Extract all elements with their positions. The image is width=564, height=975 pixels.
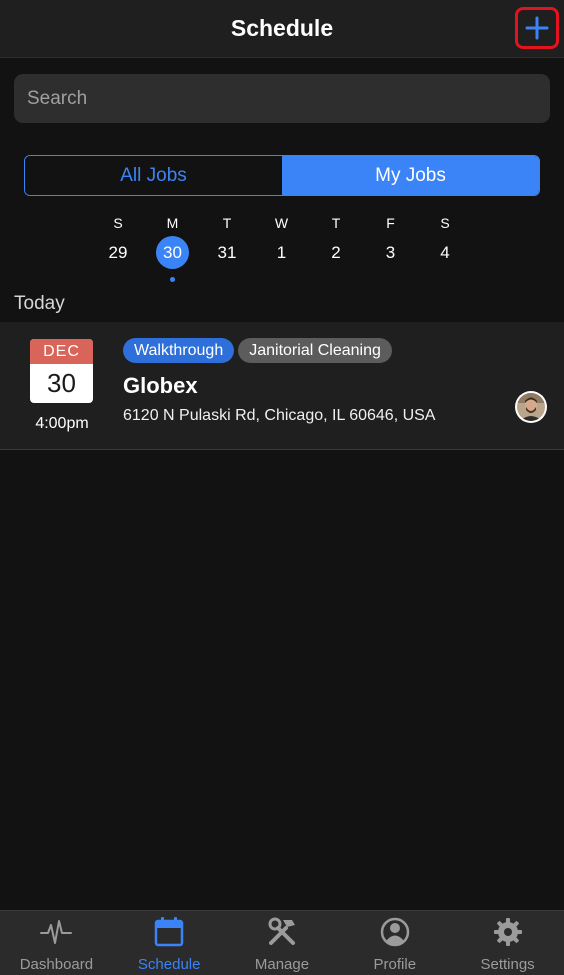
event-dot bbox=[170, 277, 175, 282]
day-mon-30[interactable]: M 30 bbox=[146, 214, 200, 282]
day-number: 2 bbox=[331, 243, 341, 262]
day-wed-1[interactable]: W 1 bbox=[255, 214, 309, 269]
job-day: 30 bbox=[47, 368, 76, 398]
assignee-avatar[interactable] bbox=[515, 391, 547, 423]
search-bar bbox=[14, 74, 550, 123]
tab-manage[interactable]: Manage bbox=[226, 911, 339, 975]
day-sun-29[interactable]: S 29 bbox=[91, 214, 145, 269]
day-number-selected: 30 bbox=[156, 236, 189, 269]
day-letter: S bbox=[440, 215, 450, 231]
day-letter: T bbox=[331, 215, 341, 231]
calendar-icon bbox=[152, 916, 186, 948]
add-job-button[interactable] bbox=[515, 7, 559, 49]
segment-all-jobs[interactable]: All Jobs bbox=[25, 156, 282, 195]
job-tags: Walkthrough Janitorial Cleaning bbox=[123, 338, 392, 363]
section-title-today: Today bbox=[14, 293, 65, 314]
tab-label: Manage bbox=[254, 956, 310, 973]
tab-bar: Dashboard Schedule Manage Profile Settin… bbox=[0, 910, 564, 975]
tab-label: Dashboard bbox=[19, 956, 94, 973]
jobs-filter-segmented: All Jobs My Jobs bbox=[24, 155, 540, 196]
tools-icon bbox=[265, 916, 299, 948]
tab-dashboard[interactable]: Dashboard bbox=[0, 911, 113, 975]
tab-settings[interactable]: Settings bbox=[451, 911, 564, 975]
week-strip: S 29 M 30 T 31 W 1 T 2 F 3 S 4 bbox=[91, 214, 499, 289]
job-card[interactable]: DEC 30 4:00pm Walkthrough Janitorial Cle… bbox=[0, 322, 564, 450]
day-letter: T bbox=[222, 215, 232, 231]
tab-profile[interactable]: Profile bbox=[338, 911, 451, 975]
day-letter: W bbox=[274, 215, 289, 231]
job-month: DEC bbox=[30, 339, 93, 364]
day-letter: S bbox=[113, 215, 123, 231]
day-number: 3 bbox=[385, 243, 396, 262]
tab-label: Settings bbox=[480, 956, 535, 973]
day-number: 4 bbox=[440, 243, 450, 262]
gear-icon bbox=[491, 916, 525, 948]
tab-label: Schedule bbox=[137, 956, 201, 973]
avatar-image bbox=[517, 393, 545, 421]
person-icon bbox=[378, 916, 412, 948]
plus-icon bbox=[525, 16, 549, 40]
nav-header: Schedule bbox=[0, 0, 564, 58]
day-number: 1 bbox=[276, 243, 287, 262]
calendar-date-icon: DEC 30 bbox=[30, 339, 93, 403]
page-title: Schedule bbox=[230, 15, 334, 41]
tag-walkthrough: Walkthrough bbox=[123, 338, 235, 363]
day-letter: F bbox=[386, 215, 395, 231]
job-title: Globex bbox=[123, 373, 198, 398]
day-tue-31[interactable]: T 31 bbox=[200, 214, 254, 269]
tab-schedule[interactable]: Schedule bbox=[113, 911, 226, 975]
tag-service-type: Janitorial Cleaning bbox=[238, 338, 392, 363]
day-letter: M bbox=[166, 215, 179, 231]
tab-label: Profile bbox=[373, 956, 417, 973]
day-sat-4[interactable]: S 4 bbox=[418, 214, 472, 269]
segment-my-jobs[interactable]: My Jobs bbox=[282, 156, 539, 195]
pulse-icon bbox=[39, 916, 73, 948]
day-fri-3[interactable]: F 3 bbox=[364, 214, 418, 269]
app: Schedule All Jobs My Jobs S 29 M 30 T 31 bbox=[0, 0, 564, 975]
day-number: 31 bbox=[217, 243, 237, 262]
job-address: 6120 N Pulaski Rd, Chicago, IL 60646, US… bbox=[123, 407, 436, 424]
day-number: 29 bbox=[108, 243, 128, 262]
job-time: 4:00pm bbox=[35, 415, 89, 432]
search-input[interactable] bbox=[14, 74, 550, 123]
day-thu-2[interactable]: T 2 bbox=[309, 214, 363, 269]
